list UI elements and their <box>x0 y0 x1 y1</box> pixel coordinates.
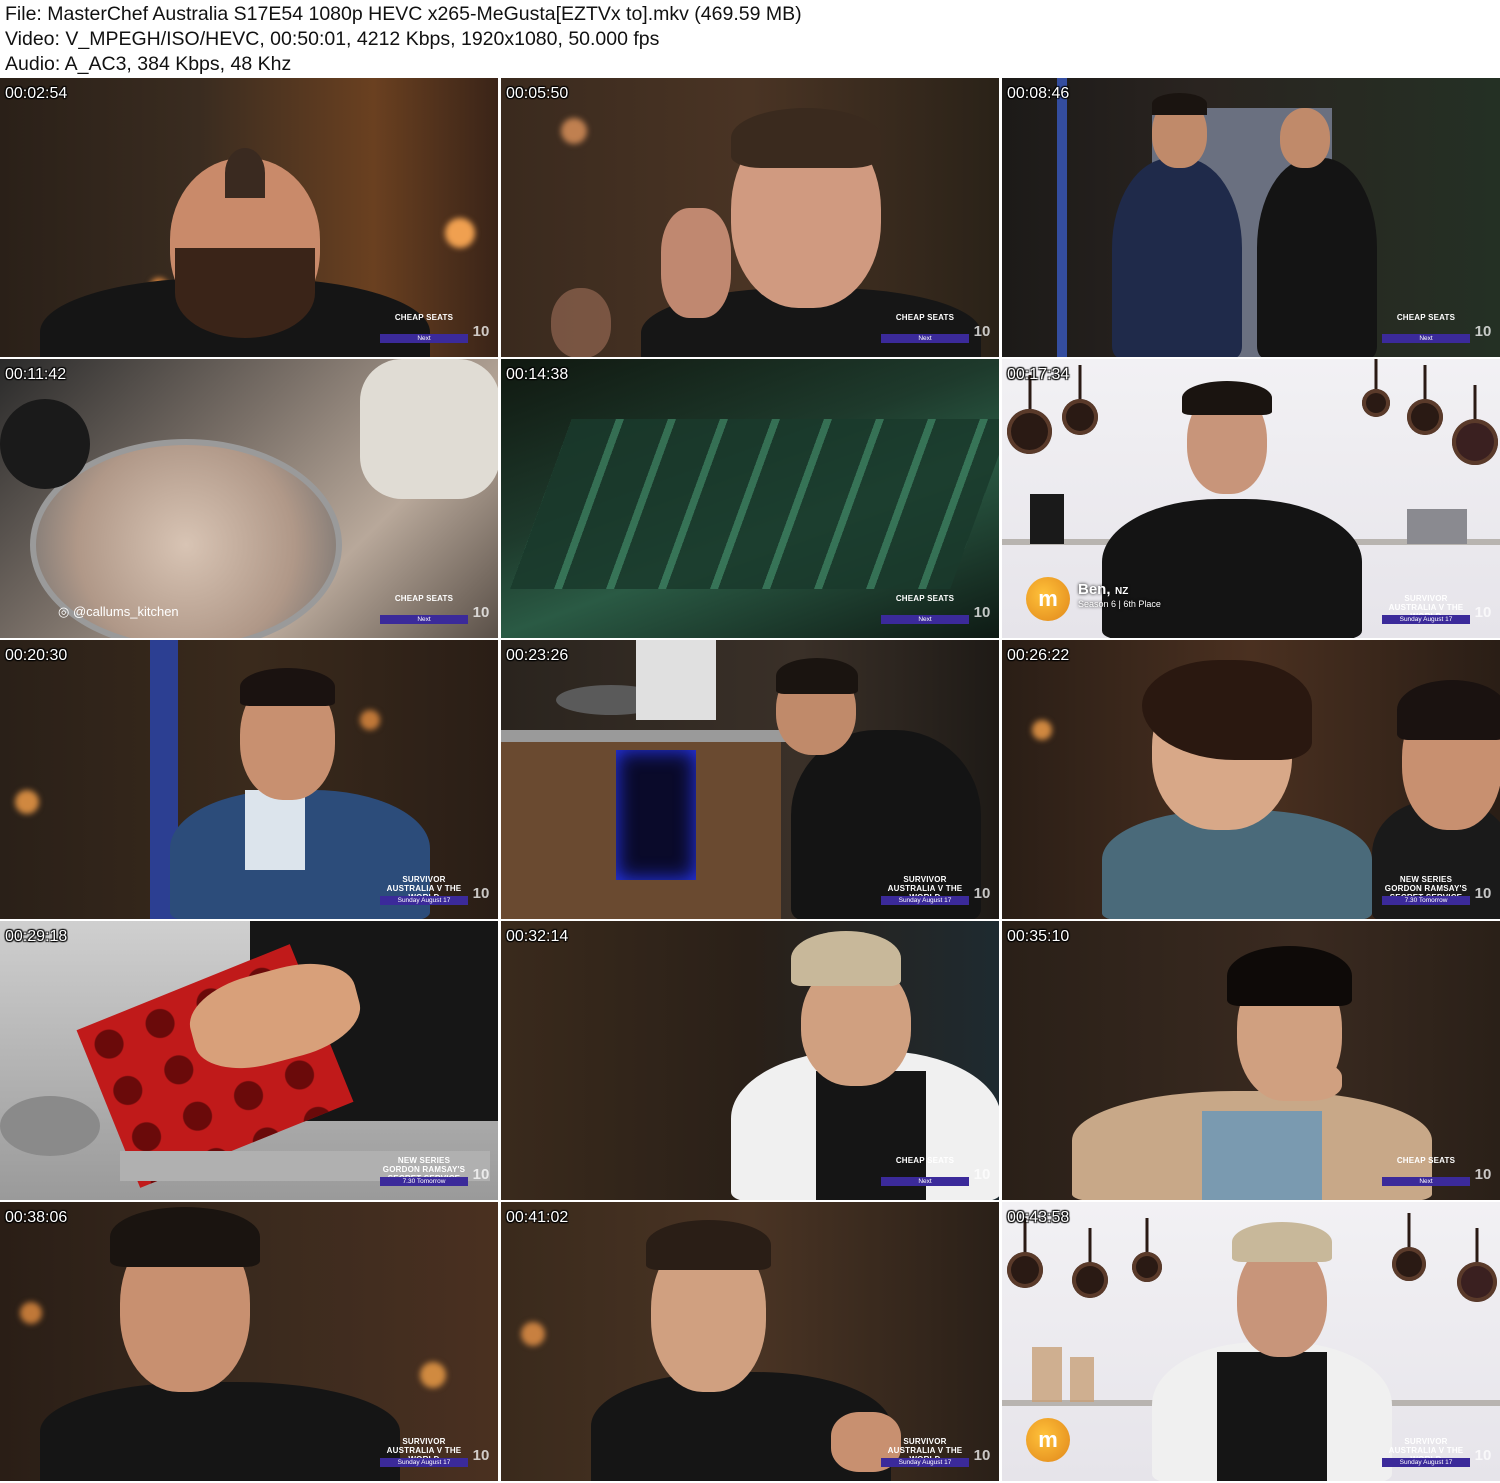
network-logo-icon: 10 <box>1474 1447 1492 1464</box>
network-logo-icon: 10 <box>1474 323 1492 340</box>
file-info-header: File: MasterChef Australia S17E54 1080p … <box>0 0 1500 78</box>
video-line: Video: V_MPEGH/ISO/HEVC, 00:50:01, 4212 … <box>5 28 660 50</box>
network-logo-icon: 10 <box>1474 1166 1492 1183</box>
masterchef-logo-icon: m <box>1026 1418 1070 1462</box>
promo-badge: CHEAP SEATS Next <box>380 594 468 624</box>
timestamp: 00:17:34 <box>1007 366 1070 383</box>
timestamp: 00:26:22 <box>1007 647 1070 664</box>
timestamp: 00:02:54 <box>5 85 68 102</box>
thumbnail-8[interactable]: 00:23:26 SURVIVOR AUSTRALIA V THE WORLD … <box>501 640 999 919</box>
network-logo-icon: 10 <box>1474 604 1492 621</box>
thumbnail-grid: 00:02:54 CHEAP SEATS Next 10 00:05:50 CH… <box>0 78 1500 1483</box>
network-logo-icon: 10 <box>472 885 490 902</box>
promo-badge: SURVIVOR AUSTRALIA V THE WORLD Sunday Au… <box>1382 1437 1470 1467</box>
promo-badge: SURVIVOR AUSTRALIA V THE WORLD Sunday Au… <box>380 1437 468 1467</box>
promo-badge: CHEAP SEATS Next <box>1382 1156 1470 1186</box>
timestamp: 00:23:26 <box>506 647 569 664</box>
network-logo-icon: 10 <box>472 1447 490 1464</box>
timestamp: 00:11:42 <box>5 366 67 383</box>
thumbnail-11[interactable]: 00:32:14 CHEAP SEATS Next 10 <box>501 921 999 1200</box>
thumbnail-14[interactable]: 00:41:02 SURVIVOR AUSTRALIA V THE WORLD … <box>501 1202 999 1481</box>
file-line: File: MasterChef Australia S17E54 1080p … <box>5 3 802 25</box>
promo-badge: NEW SERIES GORDON RAMSAY'S SECRET SERVIC… <box>1382 875 1470 905</box>
network-logo-icon: 10 <box>973 323 991 340</box>
promo-badge: CHEAP SEATS Next <box>1382 313 1470 343</box>
timestamp: 00:43:58 <box>1007 1209 1070 1226</box>
promo-badge: CHEAP SEATS Next <box>881 313 969 343</box>
timestamp: 00:38:06 <box>5 1209 68 1226</box>
promo-badge: SURVIVOR AUSTRALIA V THE WORLD Sunday Au… <box>881 1437 969 1467</box>
network-logo-icon: 10 <box>973 1166 991 1183</box>
promo-badge: SURVIVOR AUSTRALIA V THE WORLD Sunday Au… <box>881 875 969 905</box>
promo-badge: SURVIVOR AUSTRALIA V THE WORLD Sunday Au… <box>1382 594 1470 624</box>
timestamp: 00:08:46 <box>1007 85 1070 102</box>
lower-third: Ben, NZ Season 6 | 6th Place <box>1078 581 1161 609</box>
thumbnail-13[interactable]: 00:38:06 SURVIVOR AUSTRALIA V THE WORLD … <box>0 1202 498 1481</box>
thumbnail-4[interactable]: ◎ @callums_kitchen 00:11:42 CHEAP SEATS … <box>0 359 498 638</box>
instagram-caption: ◎ @callums_kitchen <box>58 604 179 619</box>
thumbnail-2[interactable]: 00:05:50 CHEAP SEATS Next 10 <box>501 78 999 357</box>
network-logo-icon: 10 <box>973 885 991 902</box>
network-logo-icon: 10 <box>472 1166 490 1183</box>
network-logo-icon: 10 <box>973 604 991 621</box>
thumbnail-6[interactable]: m Ben, NZ Season 6 | 6th Place 00:17:34 … <box>1002 359 1500 638</box>
network-logo-icon: 10 <box>973 1447 991 1464</box>
thumbnail-15[interactable]: m 00:43:58 SURVIVOR AUSTRALIA V THE WORL… <box>1002 1202 1500 1481</box>
timestamp: 00:14:38 <box>506 366 569 383</box>
thumbnail-12[interactable]: 00:35:10 CHEAP SEATS Next 10 <box>1002 921 1500 1200</box>
thumbnail-9[interactable]: 00:26:22 NEW SERIES GORDON RAMSAY'S SECR… <box>1002 640 1500 919</box>
timestamp: 00:20:30 <box>5 647 68 664</box>
promo-badge: NEW SERIES GORDON RAMSAY'S SECRET SERVIC… <box>380 1156 468 1186</box>
thumbnail-5[interactable]: 00:14:38 CHEAP SEATS Next 10 <box>501 359 999 638</box>
thumbnail-3[interactable]: 00:08:46 CHEAP SEATS Next 10 <box>1002 78 1500 357</box>
network-logo-icon: 10 <box>472 323 490 340</box>
timestamp: 00:41:02 <box>506 1209 569 1226</box>
promo-badge: CHEAP SEATS Next <box>881 594 969 624</box>
network-logo-icon: 10 <box>472 604 490 621</box>
promo-badge: SURVIVOR AUSTRALIA V THE WORLD Sunday Au… <box>380 875 468 905</box>
network-logo-icon: 10 <box>1474 885 1492 902</box>
thumbnail-7[interactable]: 00:20:30 SURVIVOR AUSTRALIA V THE WORLD … <box>0 640 498 919</box>
thumbnail-10[interactable]: 00:29:18 NEW SERIES GORDON RAMSAY'S SECR… <box>0 921 498 1200</box>
silicone-mould <box>510 419 999 589</box>
promo-badge: CHEAP SEATS Next <box>380 313 468 343</box>
timestamp: 00:32:14 <box>506 928 569 945</box>
timestamp: 00:29:18 <box>5 928 68 945</box>
promo-badge: CHEAP SEATS Next <box>881 1156 969 1186</box>
thumbnail-1[interactable]: 00:02:54 CHEAP SEATS Next 10 <box>0 78 498 357</box>
timestamp: 00:35:10 <box>1007 928 1070 945</box>
masterchef-logo-icon: m <box>1026 577 1070 621</box>
timestamp: 00:05:50 <box>506 85 569 102</box>
audio-line: Audio: A_AC3, 384 Kbps, 48 Khz <box>5 53 292 75</box>
